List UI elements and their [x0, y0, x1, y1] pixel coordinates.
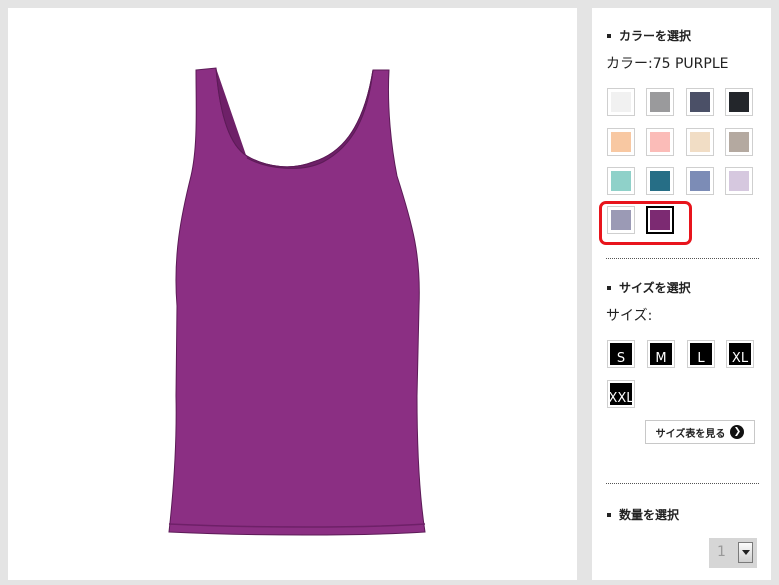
size-option-m[interactable]: M [647, 340, 675, 368]
size-option-xl[interactable]: XL [726, 340, 754, 368]
color-chip [611, 171, 631, 191]
size-chart-button[interactable]: サイズ表を見る ❯ [645, 420, 755, 444]
color-swatch-pink[interactable] [646, 128, 674, 156]
chevron-right-icon: ❯ [730, 425, 745, 439]
size-label: M [650, 343, 672, 365]
product-image [168, 67, 426, 536]
color-swatch-teal[interactable] [646, 167, 674, 195]
bullet-icon [607, 285, 611, 290]
divider [606, 258, 759, 259]
color-chip [690, 171, 710, 191]
selection-highlight [599, 201, 692, 245]
color-chip [729, 132, 749, 152]
color-chip [611, 132, 631, 152]
size-section-heading: サイズを選択 [607, 279, 691, 296]
color-chip [690, 92, 710, 112]
color-swatch-mint[interactable] [607, 167, 635, 195]
color-chip [611, 92, 631, 112]
product-image-panel [8, 8, 577, 580]
color-chip [690, 132, 710, 152]
color-chip [650, 92, 670, 112]
size-label: XXL [610, 383, 632, 405]
bullet-icon [607, 512, 611, 517]
divider [606, 483, 759, 484]
color-swatch-black[interactable] [725, 88, 753, 116]
size-value-label: サイズ: [606, 308, 653, 324]
options-panel: カラーを選択 カラー:75 PURPLE サイズを選択 サイズ: S M L XL XX… [592, 8, 771, 580]
color-swatch-gray[interactable] [646, 88, 674, 116]
color-chip [650, 132, 670, 152]
color-swatch-white[interactable] [607, 88, 635, 116]
color-swatch-periwinkle[interactable] [686, 167, 714, 195]
quantity-select[interactable]: 1 [709, 538, 757, 568]
size-option-s[interactable]: S [607, 340, 635, 368]
color-swatch-lavender[interactable] [725, 167, 753, 195]
size-label: XL [729, 343, 751, 365]
size-option-xxl[interactable]: XXL [607, 380, 635, 408]
color-swatch-beige[interactable] [686, 128, 714, 156]
color-chip [729, 171, 749, 191]
tank-top-body [168, 67, 426, 536]
size-label: S [610, 343, 632, 365]
size-label: L [690, 343, 712, 365]
color-chip [650, 171, 670, 191]
quantity-section-heading: 数量を選択 [607, 506, 679, 523]
color-value: 75 PURPLE [652, 56, 729, 72]
size-option-l[interactable]: L [687, 340, 715, 368]
quantity-value: 1 [717, 544, 726, 560]
dropdown-arrow-icon[interactable] [738, 542, 753, 563]
color-swatch-peach[interactable] [607, 128, 635, 156]
size-chart-label: サイズ表を見る [655, 428, 726, 440]
selected-color-text: カラー:75 PURPLE [606, 53, 729, 73]
bullet-icon [607, 33, 611, 38]
color-swatch-navy-slate[interactable] [686, 88, 714, 116]
color-section-heading: カラーを選択 [607, 27, 691, 44]
color-chip [729, 92, 749, 112]
color-swatch-taupe[interactable] [725, 128, 753, 156]
color-value-label: カラー: [606, 56, 653, 72]
